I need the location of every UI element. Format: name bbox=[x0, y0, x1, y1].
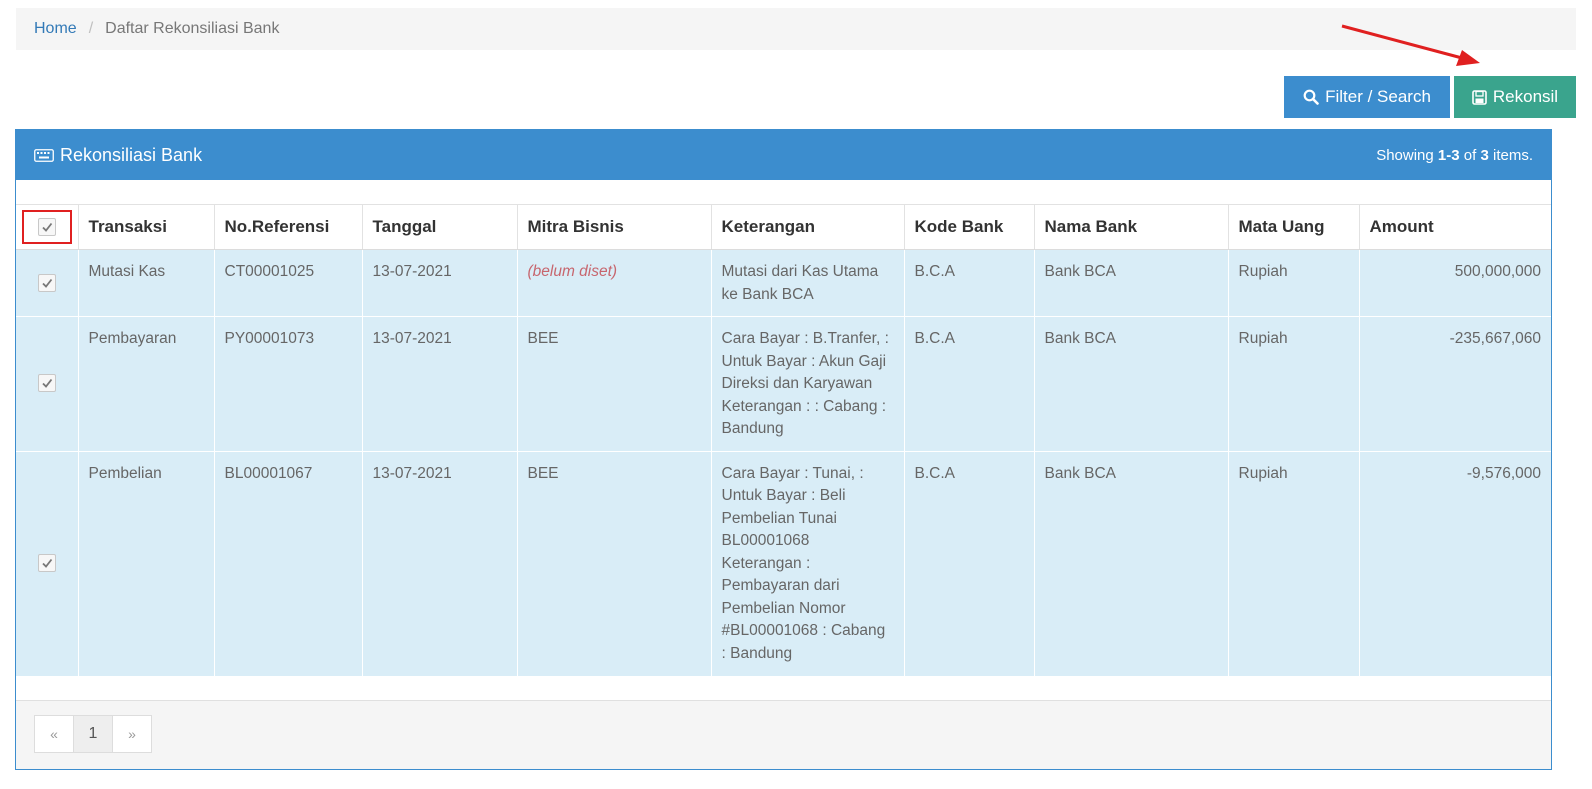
table-row[interactable]: Mutasi Kas CT00001025 13-07-2021 (belum … bbox=[16, 249, 1551, 317]
cell-mata-uang: Rupiah bbox=[1227, 316, 1359, 452]
keyboard-icon bbox=[34, 148, 54, 162]
column-header-keterangan[interactable]: Keterangan bbox=[710, 204, 904, 250]
breadcrumb-current: Daftar Rekonsiliasi Bank bbox=[105, 20, 280, 37]
check-icon bbox=[42, 222, 52, 232]
panel-heading: Rekonsiliasi Bank Showing 1-3 of 3 items… bbox=[16, 130, 1551, 180]
save-icon bbox=[1472, 89, 1487, 105]
cell-no-referensi: BL00001067 bbox=[213, 451, 362, 677]
cell-tanggal: 13-07-2021 bbox=[361, 451, 517, 677]
column-header-nama-bank[interactable]: Nama Bank bbox=[1033, 204, 1228, 250]
select-all-checkbox[interactable] bbox=[37, 218, 56, 236]
panel-title: Rekonsiliasi Bank bbox=[34, 145, 202, 166]
search-icon bbox=[1303, 89, 1319, 105]
cell-keterangan: Cara Bayar : B.Tranfer, : Untuk Bayar : … bbox=[710, 316, 904, 452]
panel-footer: « 1 » bbox=[16, 700, 1551, 769]
toolbar: Filter / Search Rekonsil bbox=[1284, 76, 1576, 118]
cell-mata-uang: Rupiah bbox=[1227, 451, 1359, 677]
column-header-transaksi[interactable]: Transaksi bbox=[77, 204, 214, 250]
column-header-kode-bank[interactable]: Kode Bank bbox=[903, 204, 1034, 250]
column-header-no-referensi[interactable]: No.Referensi bbox=[213, 204, 362, 250]
cell-no-referensi: CT00001025 bbox=[213, 249, 362, 317]
column-header-tanggal[interactable]: Tanggal bbox=[361, 204, 517, 250]
cell-nama-bank: Bank BCA bbox=[1033, 451, 1228, 677]
cell-tanggal: 13-07-2021 bbox=[361, 316, 517, 452]
cell-transaksi: Pembelian bbox=[77, 451, 214, 677]
cell-kode-bank: B.C.A bbox=[903, 451, 1034, 677]
table-row[interactable]: Pembelian BL00001067 13-07-2021 BEE Cara… bbox=[16, 451, 1551, 677]
cell-keterangan: Mutasi dari Kas Utama ke Bank BCA bbox=[710, 249, 904, 317]
panel-title-text: Rekonsiliasi Bank bbox=[60, 144, 203, 165]
cell-transaksi: Mutasi Kas bbox=[77, 249, 214, 317]
cell-nama-bank: Bank BCA bbox=[1033, 249, 1228, 317]
rekonsil-label: Rekonsil bbox=[1492, 87, 1559, 106]
select-all-highlight bbox=[21, 210, 72, 244]
red-arrow-icon bbox=[1341, 24, 1480, 66]
cell-transaksi: Pembayaran bbox=[77, 316, 214, 452]
summary-prefix: Showing bbox=[1376, 146, 1438, 164]
cell-mata-uang: Rupiah bbox=[1227, 249, 1359, 317]
breadcrumb-separator: / bbox=[88, 20, 94, 37]
rekonsil-button[interactable]: Rekonsil bbox=[1454, 76, 1576, 118]
row-checkbox[interactable] bbox=[37, 273, 56, 292]
row-checkbox[interactable] bbox=[37, 374, 56, 393]
table-row[interactable]: Pembayaran PY00001073 13-07-2021 BEE Car… bbox=[16, 316, 1551, 452]
check-icon bbox=[42, 559, 52, 569]
row-select-cell bbox=[16, 316, 78, 452]
breadcrumb-home-link[interactable]: Home bbox=[34, 20, 77, 38]
cell-kode-bank: B.C.A bbox=[903, 249, 1034, 317]
cell-keterangan: Cara Bayar : Tunai, : Untuk Bayar : Beli… bbox=[710, 451, 904, 677]
cell-amount: -9,576,000 bbox=[1358, 451, 1551, 677]
items-summary: Showing 1-3 of 3 items. bbox=[1376, 147, 1533, 164]
cell-amount: -235,667,060 bbox=[1358, 316, 1551, 452]
cell-nama-bank: Bank BCA bbox=[1033, 316, 1228, 452]
select-all-header bbox=[16, 204, 78, 250]
summary-of: of bbox=[1459, 146, 1481, 164]
pagination: « 1 » bbox=[34, 715, 152, 753]
column-header-mitra-bisnis[interactable]: Mitra Bisnis bbox=[516, 204, 711, 250]
cell-tanggal: 13-07-2021 bbox=[361, 249, 517, 317]
cell-no-referensi: PY00001073 bbox=[213, 316, 362, 452]
row-checkbox[interactable] bbox=[37, 554, 56, 573]
summary-total: 3 bbox=[1480, 146, 1489, 164]
cell-mitra-bisnis: BEE bbox=[516, 451, 711, 677]
row-select-cell bbox=[16, 249, 78, 317]
cell-mitra-bisnis: (belum diset) bbox=[516, 249, 711, 317]
pagination-prev[interactable]: « bbox=[34, 715, 74, 753]
table-header-row: Transaksi No.Referensi Tanggal Mitra Bis… bbox=[16, 204, 1551, 250]
row-select-cell bbox=[16, 451, 78, 677]
cell-mitra-bisnis: BEE bbox=[516, 316, 711, 452]
unset-value: (belum diset) bbox=[527, 263, 618, 280]
column-header-amount[interactable]: Amount bbox=[1358, 204, 1551, 250]
cell-amount: 500,000,000 bbox=[1358, 249, 1551, 317]
cell-kode-bank: B.C.A bbox=[903, 316, 1034, 452]
summary-suffix: items. bbox=[1488, 146, 1533, 164]
pagination-page[interactable]: 1 bbox=[73, 715, 113, 753]
check-icon bbox=[42, 278, 52, 288]
pagination-next[interactable]: » bbox=[112, 715, 152, 753]
rekonsiliasi-table: Transaksi No.Referensi Tanggal Mitra Bis… bbox=[16, 204, 1551, 677]
column-header-mata-uang[interactable]: Mata Uang bbox=[1227, 204, 1359, 250]
summary-range: 1-3 bbox=[1437, 146, 1460, 164]
rekonsiliasi-panel: Rekonsiliasi Bank Showing 1-3 of 3 items… bbox=[15, 129, 1552, 770]
filter-search-button[interactable]: Filter / Search bbox=[1284, 76, 1450, 118]
filter-search-label: Filter / Search bbox=[1325, 87, 1431, 106]
check-icon bbox=[42, 379, 52, 389]
